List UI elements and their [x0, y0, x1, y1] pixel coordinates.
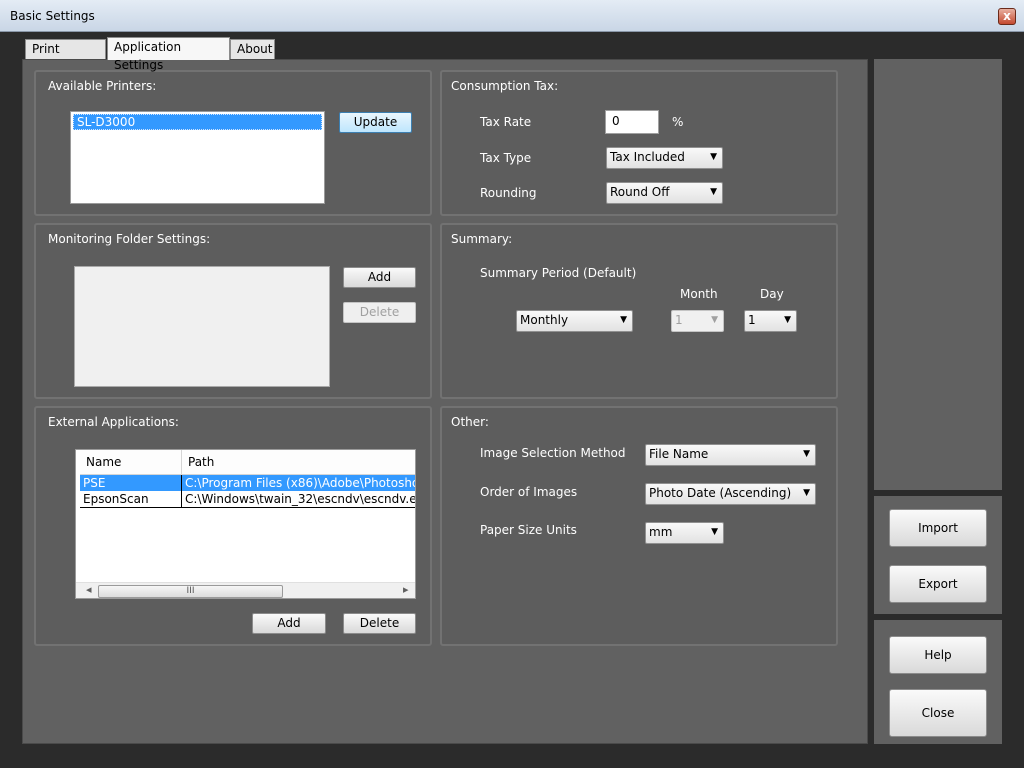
rounding-select[interactable]: Round Off ▼ — [606, 182, 723, 204]
rounding-value: Round Off — [610, 185, 670, 199]
chevron-down-icon: ▼ — [784, 315, 791, 325]
monitoring-folder-title: Monitoring Folder Settings: — [48, 232, 211, 246]
chevron-down-icon: ▼ — [803, 488, 810, 498]
tax-type-value: Tax Included — [610, 150, 685, 164]
right-preview-panel — [874, 59, 1002, 490]
paper-size-units-value: mm — [649, 525, 673, 539]
scrollbar-thumb[interactable]: III — [98, 585, 283, 598]
chevron-down-icon: ▼ — [710, 152, 717, 162]
paper-size-units-select[interactable]: mm ▼ — [645, 522, 724, 544]
day-select[interactable]: 1 ▼ — [744, 310, 797, 332]
window-close-button[interactable]: x — [998, 8, 1016, 25]
chevron-down-icon: ▼ — [710, 187, 717, 197]
month-select[interactable]: 1 ▼ — [671, 310, 724, 332]
printer-list[interactable]: SL-D3000 — [70, 111, 325, 204]
tax-rate-label: Tax Rate — [480, 115, 532, 129]
summary-period-label: Summary Period (Default) — [480, 266, 637, 280]
chevron-down-icon: ▼ — [803, 449, 810, 459]
tab-print-settings[interactable]: Print Settings — [25, 39, 106, 74]
monitoring-delete-button[interactable]: Delete — [343, 302, 416, 323]
close-button[interactable]: Close — [889, 689, 987, 737]
chevron-down-icon: ▼ — [620, 315, 627, 325]
update-button[interactable]: Update — [339, 112, 412, 133]
external-applications-title: External Applications: — [48, 415, 179, 429]
other-title: Other: — [451, 415, 489, 429]
tab-about[interactable]: About — [230, 39, 275, 59]
title-bar: Basic Settings x — [0, 0, 1024, 32]
chevron-down-icon: ▼ — [711, 315, 718, 325]
summary-period-select[interactable]: Monthly ▼ — [516, 310, 633, 332]
app-name-cell: EpsonScan — [80, 491, 182, 507]
external-applications-table[interactable]: Name Path PSE C:\Program Files (x86)\Ado… — [75, 449, 416, 599]
column-header-name[interactable]: Name — [80, 450, 182, 475]
summary-period-value: Monthly — [520, 313, 569, 327]
image-selection-select[interactable]: File Name ▼ — [645, 444, 816, 466]
scroll-right-icon[interactable]: ▸ — [403, 583, 409, 596]
monitoring-folder-list[interactable] — [74, 266, 330, 387]
order-of-images-select[interactable]: Photo Date (Ascending) ▼ — [645, 483, 816, 505]
external-add-button[interactable]: Add — [252, 613, 326, 634]
column-header-path[interactable]: Path — [182, 450, 415, 475]
day-label: Day — [760, 287, 784, 301]
order-of-images-label: Order of Images — [480, 485, 578, 499]
import-button[interactable]: Import — [889, 509, 987, 547]
consumption-tax-title: Consumption Tax: — [451, 79, 559, 93]
table-row[interactable]: PSE C:\Program Files (x86)\Adobe\Photosh… — [80, 475, 415, 491]
export-button[interactable]: Export — [889, 565, 987, 603]
app-path-cell: C:\Windows\twain_32\escndv\escndv.exe — [185, 492, 416, 506]
table-row[interactable]: EpsonScan C:\Windows\twain_32\escndv\esc… — [80, 491, 416, 508]
paper-size-units-label: Paper Size Units — [480, 523, 577, 537]
monitoring-add-button[interactable]: Add — [343, 267, 416, 288]
image-selection-label: Image Selection Method — [480, 446, 626, 460]
month-value: 1 — [675, 313, 683, 327]
tax-rate-unit: % — [672, 115, 684, 129]
order-of-images-value: Photo Date (Ascending) — [649, 486, 792, 500]
external-delete-button[interactable]: Delete — [343, 613, 416, 634]
summary-title: Summary: — [451, 232, 513, 246]
app-path-cell: C:\Program Files (x86)\Adobe\Photoshop E… — [182, 475, 415, 491]
day-value: 1 — [748, 313, 756, 327]
tax-rate-input[interactable]: 0 — [605, 110, 659, 134]
app-name-cell: PSE — [80, 475, 182, 491]
tax-type-select[interactable]: Tax Included ▼ — [606, 147, 723, 169]
month-label: Month — [680, 287, 718, 301]
scroll-left-icon[interactable]: ◂ — [86, 583, 92, 596]
horizontal-scrollbar[interactable]: ◂ III ▸ — [76, 582, 415, 598]
chevron-down-icon: ▼ — [711, 527, 718, 537]
printer-list-item[interactable]: SL-D3000 — [73, 114, 322, 130]
tab-application-settings[interactable]: Application Settings — [107, 37, 230, 72]
available-printers-title: Available Printers: — [48, 79, 157, 93]
help-button[interactable]: Help — [889, 636, 987, 674]
tax-type-label: Tax Type — [480, 151, 532, 165]
window-title: Basic Settings — [10, 9, 95, 23]
image-selection-value: File Name — [649, 447, 709, 461]
rounding-label: Rounding — [480, 186, 537, 200]
